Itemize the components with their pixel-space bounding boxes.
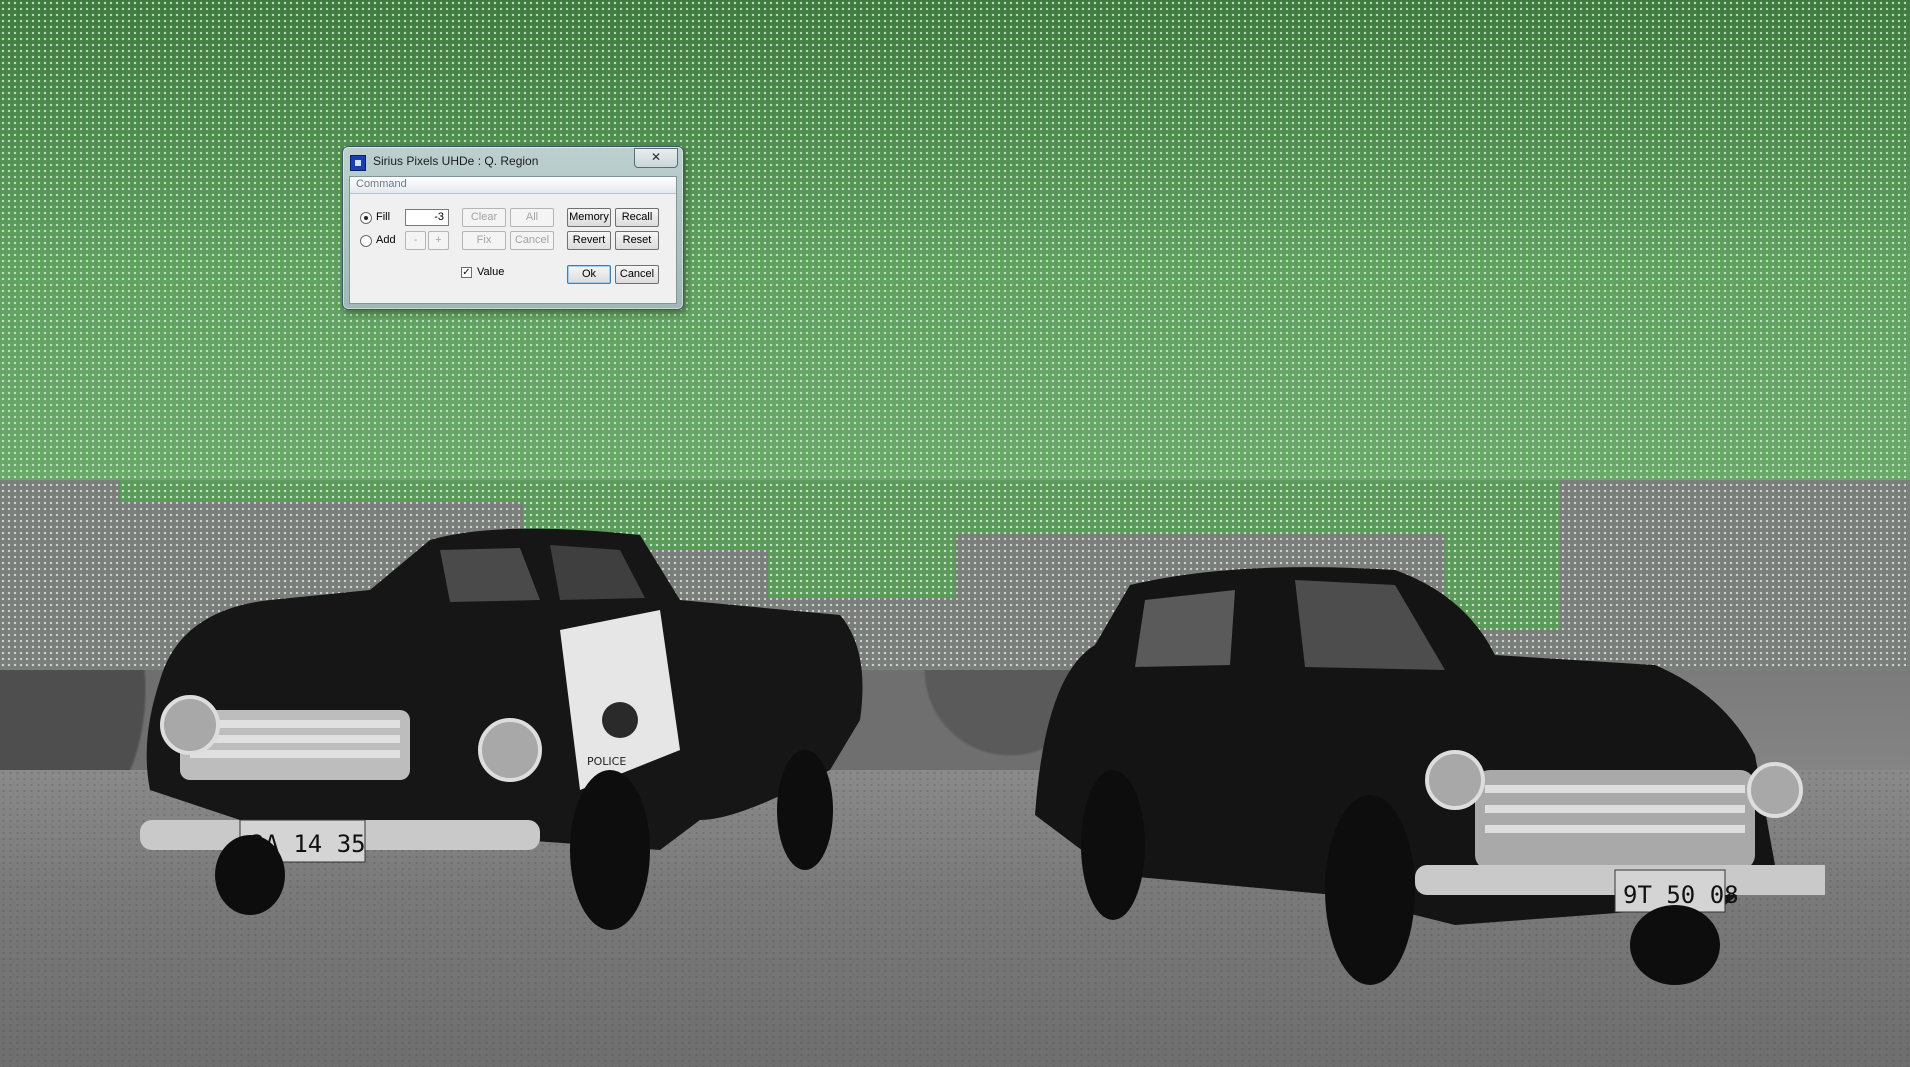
cancel-small-button[interactable]: Cancel (510, 231, 554, 250)
all-button[interactable]: All (510, 208, 554, 227)
value-label: Value (477, 266, 505, 278)
recall-button[interactable]: Recall (615, 208, 659, 227)
plus-button[interactable]: + (428, 231, 449, 250)
right-car: 9T 50 08 (1035, 555, 1825, 995)
region-dialog: Sirius Pixels UHDe : Q. Region ✕ Command… (342, 146, 684, 310)
minus-button[interactable]: - (405, 231, 426, 250)
close-icon[interactable]: ✕ (634, 148, 678, 168)
revert-button[interactable]: Revert (567, 231, 611, 250)
background-photo: POLICE 2A 14 35 9T 50 08 (0, 0, 1910, 1067)
right-license-plate: 9T 50 08 (1623, 881, 1739, 909)
app-icon (350, 155, 366, 171)
dialog-client-area: Command Fill -3 Clear All Memory Recall … (349, 176, 677, 304)
cancel-button[interactable]: Cancel (615, 265, 659, 284)
add-label: Add (376, 234, 396, 246)
police-text: POLICE (587, 755, 626, 768)
value-checkbox[interactable]: ✓ (461, 267, 472, 278)
fix-button[interactable]: Fix (462, 231, 506, 250)
command-group-title: Command (356, 178, 407, 190)
fill-value-input[interactable]: -3 (405, 209, 449, 226)
fill-label: Fill (376, 211, 391, 223)
dialog-title: Sirius Pixels UHDe : Q. Region (373, 154, 539, 168)
left-car: POLICE 2A 14 35 (140, 520, 880, 940)
region-overlay-green (0, 0, 1910, 480)
clear-button[interactable]: Clear (462, 208, 506, 227)
memory-button[interactable]: Memory (567, 208, 611, 227)
dialog-titlebar[interactable]: Sirius Pixels UHDe : Q. Region ✕ (343, 147, 683, 175)
fill-radio[interactable] (360, 212, 372, 224)
add-radio[interactable] (360, 235, 372, 247)
reset-button[interactable]: Reset (615, 231, 659, 250)
ok-button[interactable]: Ok (567, 265, 611, 284)
command-group-header: Command (350, 177, 676, 194)
